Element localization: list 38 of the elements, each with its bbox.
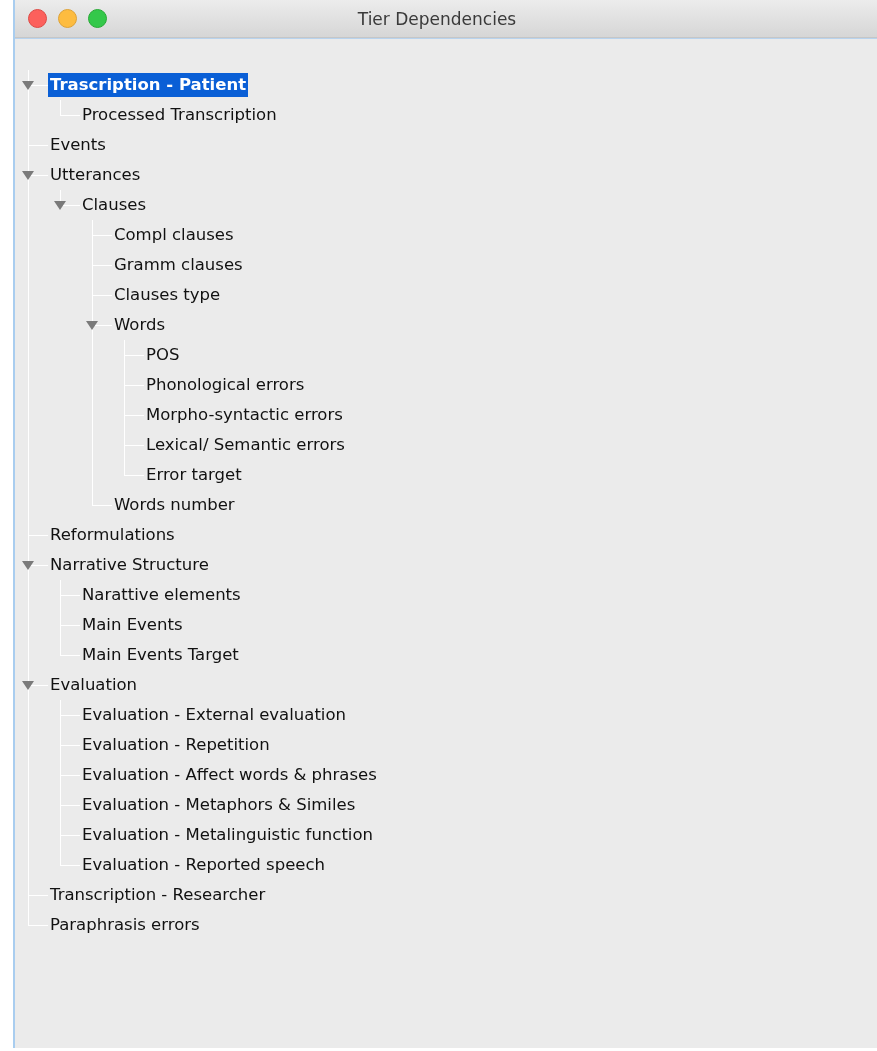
tree-item[interactable]: Evaluation - Reported speech	[80, 853, 327, 877]
tree-item[interactable]: Clauses	[80, 193, 149, 217]
expanded-toggle-icon[interactable]	[22, 169, 34, 181]
zoom-button[interactable]	[88, 9, 107, 28]
tree-item[interactable]: Morpho-syntactic errors	[144, 403, 345, 427]
window-title: Tier Dependencies	[356, 8, 518, 29]
tree-item[interactable]: Main Events Target	[80, 643, 241, 667]
close-button[interactable]	[28, 9, 47, 28]
tree-item[interactable]: Words	[112, 313, 167, 337]
tree-item[interactable]: Trascription - Patient	[48, 73, 249, 97]
tree-item[interactable]: Utterances	[48, 163, 143, 187]
expanded-toggle-icon[interactable]	[86, 319, 98, 331]
tree-item[interactable]: Transcription - Researcher	[48, 883, 268, 907]
tree-item[interactable]: Processed Transcription	[80, 103, 279, 127]
tree-item[interactable]: Evaluation - Metaphors & Similes	[80, 793, 358, 817]
tree-item[interactable]: Evaluation - Metalinguistic function	[80, 823, 375, 847]
tree-item[interactable]: Evaluation - Repetition	[80, 733, 272, 757]
expanded-toggle-icon[interactable]	[54, 199, 66, 211]
tree-item[interactable]: Evaluation - External evaluation	[80, 703, 348, 727]
tree-item[interactable]: Main Events	[80, 613, 185, 637]
tree-item[interactable]: Narrative Structure	[48, 553, 211, 577]
tree-item[interactable]: Evaluation - Affect words & phrases	[80, 763, 379, 787]
tree-item[interactable]: Paraphrasis errors	[48, 913, 202, 937]
tree-item[interactable]: Phonological errors	[144, 373, 307, 397]
tree-item[interactable]: Narattive elements	[80, 583, 243, 607]
expanded-toggle-icon[interactable]	[22, 559, 34, 571]
tree-item[interactable]: Gramm clauses	[112, 253, 245, 277]
tree-item[interactable]: POS	[144, 343, 182, 367]
tree-item[interactable]: Events	[48, 133, 108, 157]
tree-item[interactable]: Reformulations	[48, 523, 177, 547]
tree-item[interactable]: Clauses type	[112, 283, 223, 307]
expanded-toggle-icon[interactable]	[22, 679, 34, 691]
tree-item[interactable]: Error target	[144, 463, 244, 487]
tree-item[interactable]: Evaluation	[48, 673, 140, 697]
expanded-toggle-icon[interactable]	[22, 79, 34, 91]
tree-item[interactable]: Lexical/ Semantic errors	[144, 433, 347, 457]
tree-item[interactable]: Compl clauses	[112, 223, 236, 247]
tree-item[interactable]: Words number	[112, 493, 237, 517]
